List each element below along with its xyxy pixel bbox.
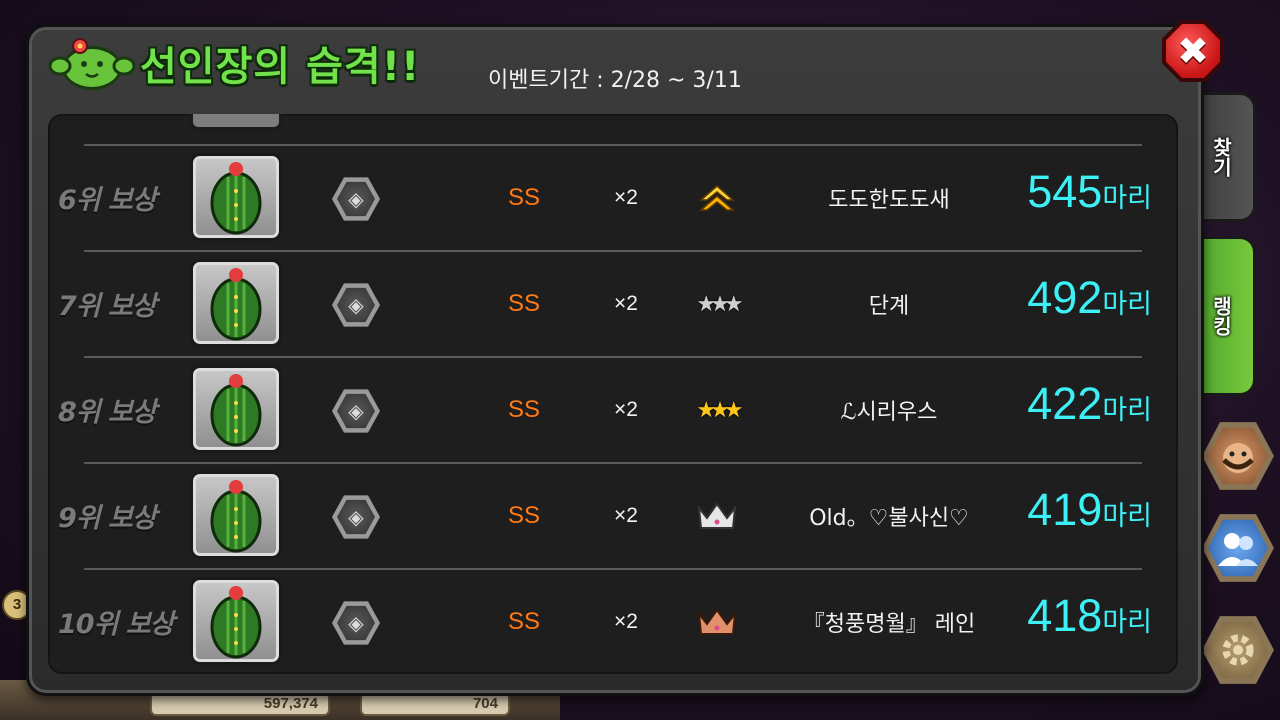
event-period: 이벤트기간 : 2/28 ~ 3/11 [488, 68, 742, 93]
grade-hex-icon: ◈ [332, 177, 380, 221]
rank-label: 6위 보상 [58, 185, 157, 216]
settings-button[interactable] [1202, 616, 1274, 684]
reward-item[interactable] [190, 153, 282, 241]
grade-hex-icon: ◈ [332, 495, 380, 539]
score-unit: 마리 [1102, 289, 1152, 320]
score: 418마리 [1027, 590, 1152, 642]
player-name: 도도한도도새 [828, 188, 950, 213]
score-unit: 마리 [1102, 183, 1152, 214]
player-name: Old。♡불사신♡ [809, 506, 969, 531]
gear-icon [1222, 634, 1254, 666]
player-name: 『청풍명월』 레인 [802, 612, 976, 637]
reward-item[interactable] [190, 365, 282, 453]
users-icon [1218, 533, 1258, 566]
quantity-label: ×2 [614, 610, 638, 633]
score-unit: 마리 [1102, 607, 1152, 638]
grade-hex-icon: ◈ [332, 283, 380, 327]
quantity-label: ×2 [614, 504, 638, 527]
grade-hex-icon: ◈ [332, 389, 380, 433]
grade-hex-icon: ◈ [332, 601, 380, 645]
reward-row: 6위 보상 ◈ SS ×2 도도한도도새 545마리 [58, 144, 1152, 249]
score-value: 492 [1027, 272, 1103, 323]
reward-list[interactable]: 6위 보상 ◈ SS ×2 도도한도도새 545마리 7위 보상 ◈ SS ×2… [48, 114, 1178, 674]
score: 419마리 [1027, 484, 1152, 536]
score-value: 419 [1027, 484, 1103, 535]
reward-item[interactable] [190, 577, 282, 665]
reward-row: 9위 보상 ◈ SS ×2 Old。♡불사신♡ 419마리 [58, 462, 1152, 567]
tab-ranking-label: 랭킹 [1209, 296, 1233, 336]
score-unit: 마리 [1102, 395, 1152, 426]
score: 492마리 [1027, 272, 1152, 324]
cactus-icon [210, 374, 262, 447]
reward-row: 8위 보상 ◈ SS ×2 ★★★ ℒ시리우스 422마리 [58, 356, 1152, 461]
face-icon [1222, 443, 1254, 473]
rank-label: 9위 보상 [58, 503, 157, 534]
cactus-icon [210, 586, 262, 659]
rank-label: 10위 보상 [58, 609, 175, 640]
score-value: 545 [1027, 166, 1103, 217]
tab-find-label: 찾기 [1209, 137, 1233, 177]
reward-row: 10위 보상 ◈ SS ×2 『청풍명월』 레인 418마리 [58, 568, 1152, 673]
score: 422마리 [1027, 378, 1152, 430]
score: 545마리 [1027, 166, 1152, 218]
rank-label: 7위 보상 [58, 291, 157, 322]
reward-item[interactable] [190, 471, 282, 559]
player-name: 단계 [868, 294, 910, 319]
grade-label: SS [508, 608, 541, 635]
grade-label: SS [508, 184, 541, 211]
close-button[interactable]: ✖ [1162, 20, 1224, 82]
grade-label: SS [508, 396, 541, 423]
cactus-icon [210, 162, 262, 235]
previous-row-edge [190, 114, 282, 130]
close-icon: ✖ [1166, 24, 1220, 78]
cactus-icon [210, 480, 262, 553]
rank-label: 8위 보상 [58, 397, 157, 428]
event-title: 선인장의 습격!! [140, 44, 421, 90]
reward-row: 7위 보상 ◈ SS ×2 ★★★ 단계 492마리 [58, 250, 1152, 355]
quantity-label: ×2 [614, 186, 638, 209]
score-value: 418 [1027, 590, 1103, 641]
quantity-label: ×2 [614, 398, 638, 421]
cactus-icon [210, 268, 262, 341]
cactus-logo-icon [48, 38, 136, 90]
friends-button[interactable] [1202, 514, 1274, 582]
score-unit: 마리 [1102, 501, 1152, 532]
score-value: 422 [1027, 378, 1103, 429]
quantity-label: ×2 [614, 292, 638, 315]
reward-item[interactable] [190, 259, 282, 347]
character-portrait-button[interactable] [1202, 422, 1274, 490]
player-name: ℒ시리우스 [840, 400, 938, 425]
grade-label: SS [508, 290, 541, 317]
grade-label: SS [508, 502, 541, 529]
